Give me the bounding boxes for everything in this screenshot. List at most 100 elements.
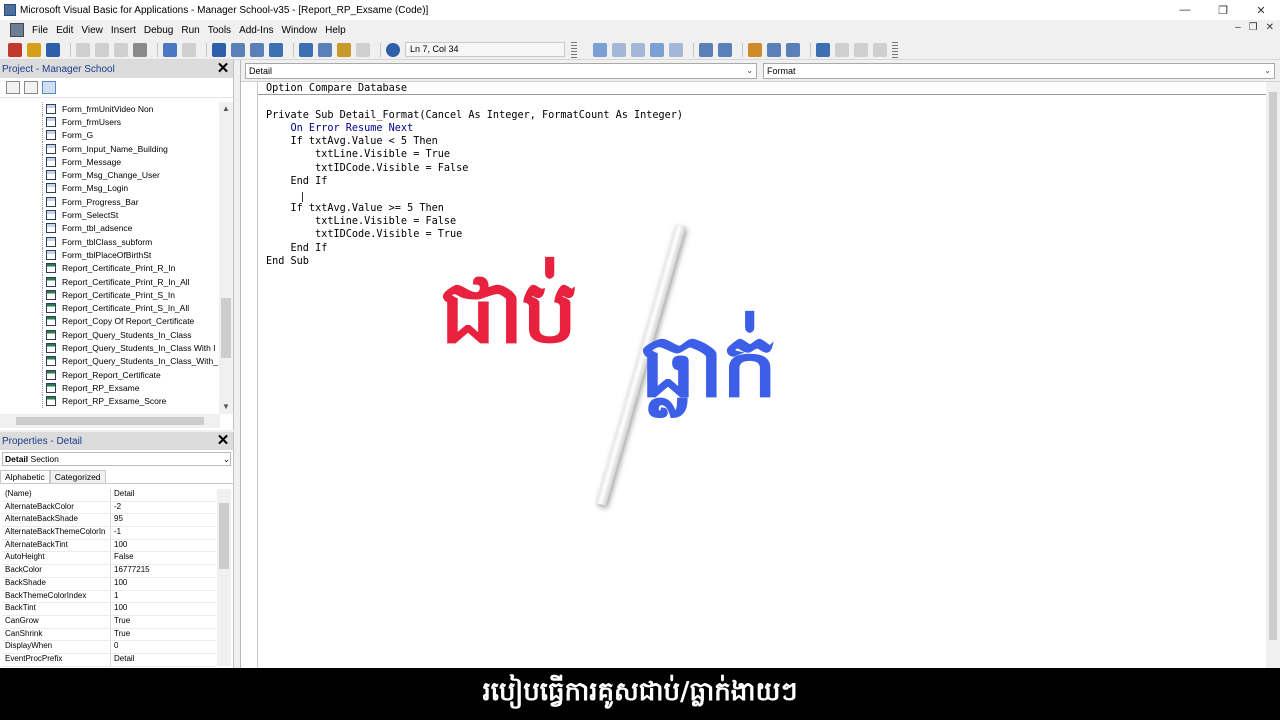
property-value[interactable]: Detail: [111, 489, 134, 501]
toolbox-icon[interactable]: [356, 42, 370, 57]
reset-icon[interactable]: [250, 42, 264, 57]
tree-item[interactable]: Form_Message: [0, 155, 220, 169]
property-value[interactable]: 1: [111, 591, 118, 603]
property-row[interactable]: AlternateBackShade 95: [2, 514, 216, 528]
property-value[interactable]: True: [111, 629, 130, 641]
minimize-button[interactable]: —: [1166, 0, 1204, 20]
tree-item[interactable]: Form_SelectSt: [0, 208, 220, 222]
close-button[interactable]: ✕: [1242, 0, 1280, 20]
toolbar-grip[interactable]: [892, 41, 898, 58]
code-line[interactable]: txtLine.Visible = True: [258, 148, 1267, 161]
tree-item[interactable]: Form_frmUnitVideo Non: [0, 102, 220, 116]
parameter-info-icon[interactable]: [650, 42, 664, 57]
close-properties-button[interactable]: ✕: [216, 433, 230, 448]
tree-item[interactable]: Form_Msg_Change_User: [0, 168, 220, 183]
menu-edit[interactable]: Edit: [52, 25, 77, 36]
menu-help[interactable]: Help: [321, 25, 350, 36]
property-value[interactable]: False: [111, 552, 134, 564]
tree-item[interactable]: Report_RP_Exsame_Score: [0, 394, 220, 409]
code-line[interactable]: If txtAvg.Value >= 5 Then: [258, 202, 1267, 215]
insert-module-icon[interactable]: [27, 42, 41, 57]
complete-word-icon[interactable]: [669, 42, 683, 57]
menu-run[interactable]: Run: [177, 25, 203, 36]
code-line[interactable]: End If: [258, 175, 1267, 188]
menu-window[interactable]: Window: [278, 25, 322, 36]
tree-item[interactable]: Report_Certificate_Print_S_In: [0, 288, 220, 302]
code-line[interactable]: Option Compare Database: [258, 82, 1267, 96]
previous-bookmark-icon[interactable]: [854, 42, 868, 57]
indent-icon[interactable]: [699, 42, 713, 57]
tree-item[interactable]: Report_Certificate_Print_S_In_All: [0, 301, 220, 316]
quick-info-icon[interactable]: [631, 42, 645, 57]
code-line[interactable]: txtIDCode.Visible = False: [258, 162, 1267, 175]
code-line[interactable]: End If: [258, 242, 1267, 255]
undo-icon[interactable]: [163, 42, 177, 57]
property-row[interactable]: EventProcPrefix Detail: [2, 653, 216, 667]
properties-window-icon[interactable]: [318, 42, 332, 57]
code-line[interactable]: Private Sub Detail_Format(Cancel As Inte…: [258, 109, 1267, 122]
property-value[interactable]: 100: [111, 578, 127, 590]
next-bookmark-icon[interactable]: [835, 42, 849, 57]
outdent-icon[interactable]: [718, 42, 732, 57]
tree-item[interactable]: Report_RP_Exsame: [0, 381, 220, 395]
scroll-thumb[interactable]: [16, 417, 204, 425]
tree-item[interactable]: Form_Msg_Login: [0, 181, 220, 196]
project-tree-horizontal-scrollbar[interactable]: [0, 414, 220, 428]
properties-scrollbar[interactable]: [217, 489, 231, 666]
close-project-explorer-button[interactable]: ✕: [216, 61, 230, 76]
break-icon[interactable]: [231, 42, 245, 57]
code-editor[interactable]: Option Compare Database Private Sub Detai…: [257, 82, 1267, 668]
tree-item[interactable]: Report_Report_Certificate: [0, 367, 220, 382]
property-row[interactable]: DisplayWhen 0: [2, 641, 216, 654]
property-value[interactable]: True: [111, 616, 130, 628]
list-constants-icon[interactable]: [612, 42, 626, 57]
help-icon[interactable]: [386, 42, 400, 57]
list-properties-icon[interactable]: [593, 42, 607, 57]
menu-insert[interactable]: Insert: [107, 25, 140, 36]
procedure-combo[interactable]: Format ⌄: [763, 62, 1275, 79]
tab-categorized[interactable]: Categorized: [49, 470, 106, 483]
design-mode-icon[interactable]: [269, 42, 283, 57]
toolbar-grip[interactable]: [571, 41, 577, 58]
code-line[interactable]: On Error Resume Next: [258, 122, 1267, 135]
redo-icon[interactable]: [182, 42, 196, 57]
comment-block-icon[interactable]: [767, 42, 781, 57]
scroll-thumb[interactable]: [219, 503, 229, 569]
tree-item[interactable]: Report_Copy Of Report_Certificate: [0, 314, 220, 329]
menu-tools[interactable]: Tools: [204, 25, 235, 36]
object-browser-icon[interactable]: [337, 42, 351, 57]
project-explorer-icon[interactable]: [299, 42, 313, 57]
code-line[interactable]: [258, 188, 1267, 201]
scroll-down-arrow-icon[interactable]: ▼: [219, 400, 233, 414]
tree-item[interactable]: Report_Certificate_Print_R_In: [0, 261, 220, 276]
property-value[interactable]: Detail: [111, 654, 134, 666]
code-line[interactable]: End Sub: [258, 255, 1267, 268]
copy-icon[interactable]: [95, 42, 109, 57]
doc-restore-button[interactable]: ❐: [1249, 22, 1258, 33]
properties-object-select[interactable]: Detail Section ⌄: [2, 452, 231, 466]
tab-alphabetic[interactable]: Alphabetic: [0, 470, 50, 483]
toggle-folders-icon[interactable]: [42, 81, 56, 94]
doc-close-button[interactable]: ✕: [1266, 22, 1274, 33]
uncomment-block-icon[interactable]: [786, 42, 800, 57]
object-combo[interactable]: Detail ⌄: [245, 62, 757, 79]
tree-item[interactable]: Form_frmUsers: [0, 115, 220, 129]
scroll-thumb[interactable]: [1269, 92, 1277, 640]
property-value[interactable]: 0: [111, 641, 118, 653]
tree-item[interactable]: Form_tbl_adsence: [0, 221, 220, 236]
property-row[interactable]: BackThemeColorIndex 1: [2, 590, 216, 604]
restore-button[interactable]: ❐: [1204, 0, 1242, 20]
tree-item[interactable]: Report_Query_Students_In_Class With I: [0, 341, 220, 355]
tree-item[interactable]: Report_Query_Students_In_Class_With_: [0, 354, 220, 369]
code-line[interactable]: txtLine.Visible = False: [258, 215, 1267, 228]
tree-item[interactable]: Form_G: [0, 128, 220, 143]
tree-item[interactable]: Form_tblClass_subform: [0, 234, 220, 249]
property-row[interactable]: AutoHeight False: [2, 552, 216, 566]
property-row[interactable]: AlternateBackThemeColorIn -1: [2, 527, 216, 540]
code-line[interactable]: txtIDCode.Visible = True: [258, 228, 1267, 241]
menu-debug[interactable]: Debug: [140, 25, 177, 36]
property-value[interactable]: 100: [111, 540, 127, 552]
tree-item[interactable]: Form_Input_Name_Building: [0, 141, 220, 156]
code-line[interactable]: [258, 95, 1267, 108]
toggle-breakpoint-icon[interactable]: [748, 42, 762, 57]
